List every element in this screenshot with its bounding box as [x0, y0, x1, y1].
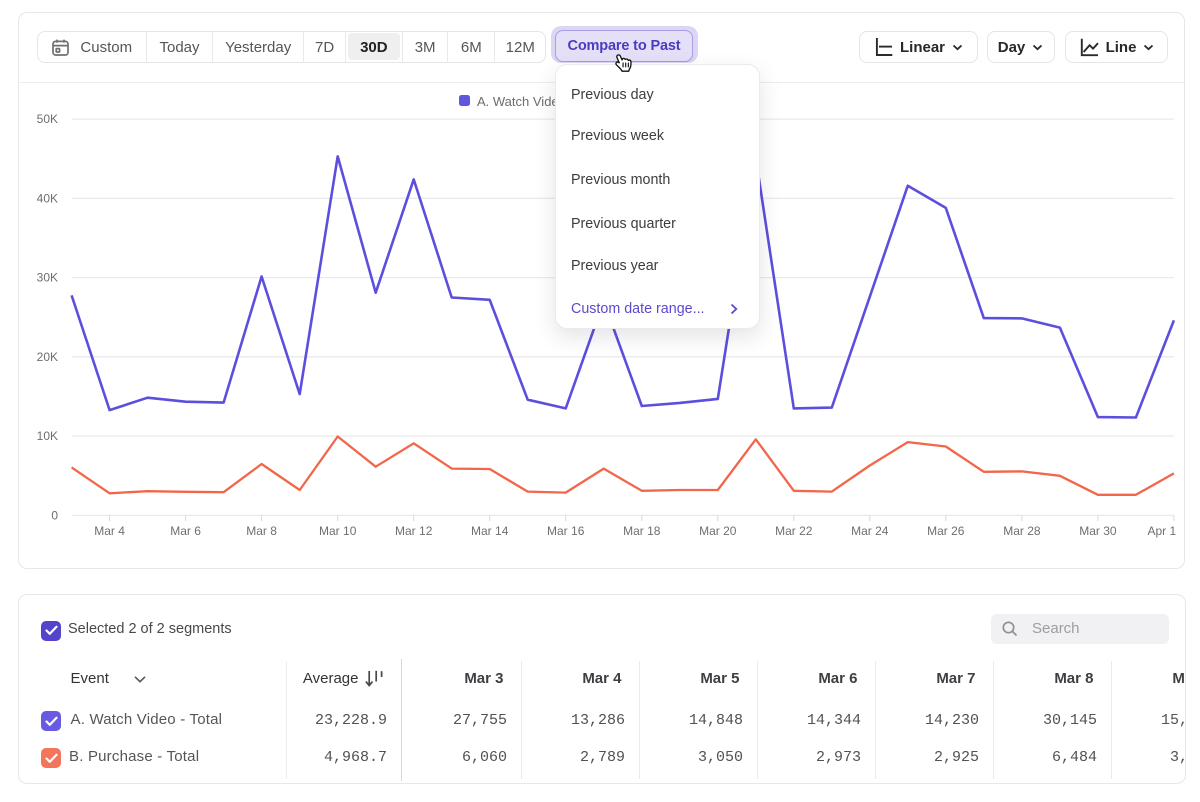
svg-text:Mar 12: Mar 12	[395, 524, 433, 538]
svg-text:Mar 10: Mar 10	[319, 524, 357, 538]
svg-text:0: 0	[51, 508, 58, 522]
svg-text:Mar 8: Mar 8	[246, 524, 277, 538]
svg-text:Mar 30: Mar 30	[1079, 524, 1117, 538]
svg-text:Mar 22: Mar 22	[775, 524, 813, 538]
svg-text:Apr 1: Apr 1	[1147, 524, 1176, 538]
svg-text:30K: 30K	[37, 271, 58, 285]
svg-text:Mar 20: Mar 20	[699, 524, 737, 538]
svg-text:Mar 6: Mar 6	[170, 524, 201, 538]
svg-text:50K: 50K	[37, 112, 58, 126]
svg-text:Mar 14: Mar 14	[471, 524, 509, 538]
svg-text:Mar 18: Mar 18	[623, 524, 661, 538]
svg-text:Mar 16: Mar 16	[547, 524, 585, 538]
svg-text:Mar 4: Mar 4	[94, 524, 125, 538]
svg-text:Mar 24: Mar 24	[851, 524, 889, 538]
svg-text:20K: 20K	[37, 350, 58, 364]
svg-text:40K: 40K	[37, 191, 58, 205]
svg-text:Mar 26: Mar 26	[927, 524, 965, 538]
svg-text:Mar 28: Mar 28	[1003, 524, 1041, 538]
svg-text:10K: 10K	[37, 429, 58, 443]
